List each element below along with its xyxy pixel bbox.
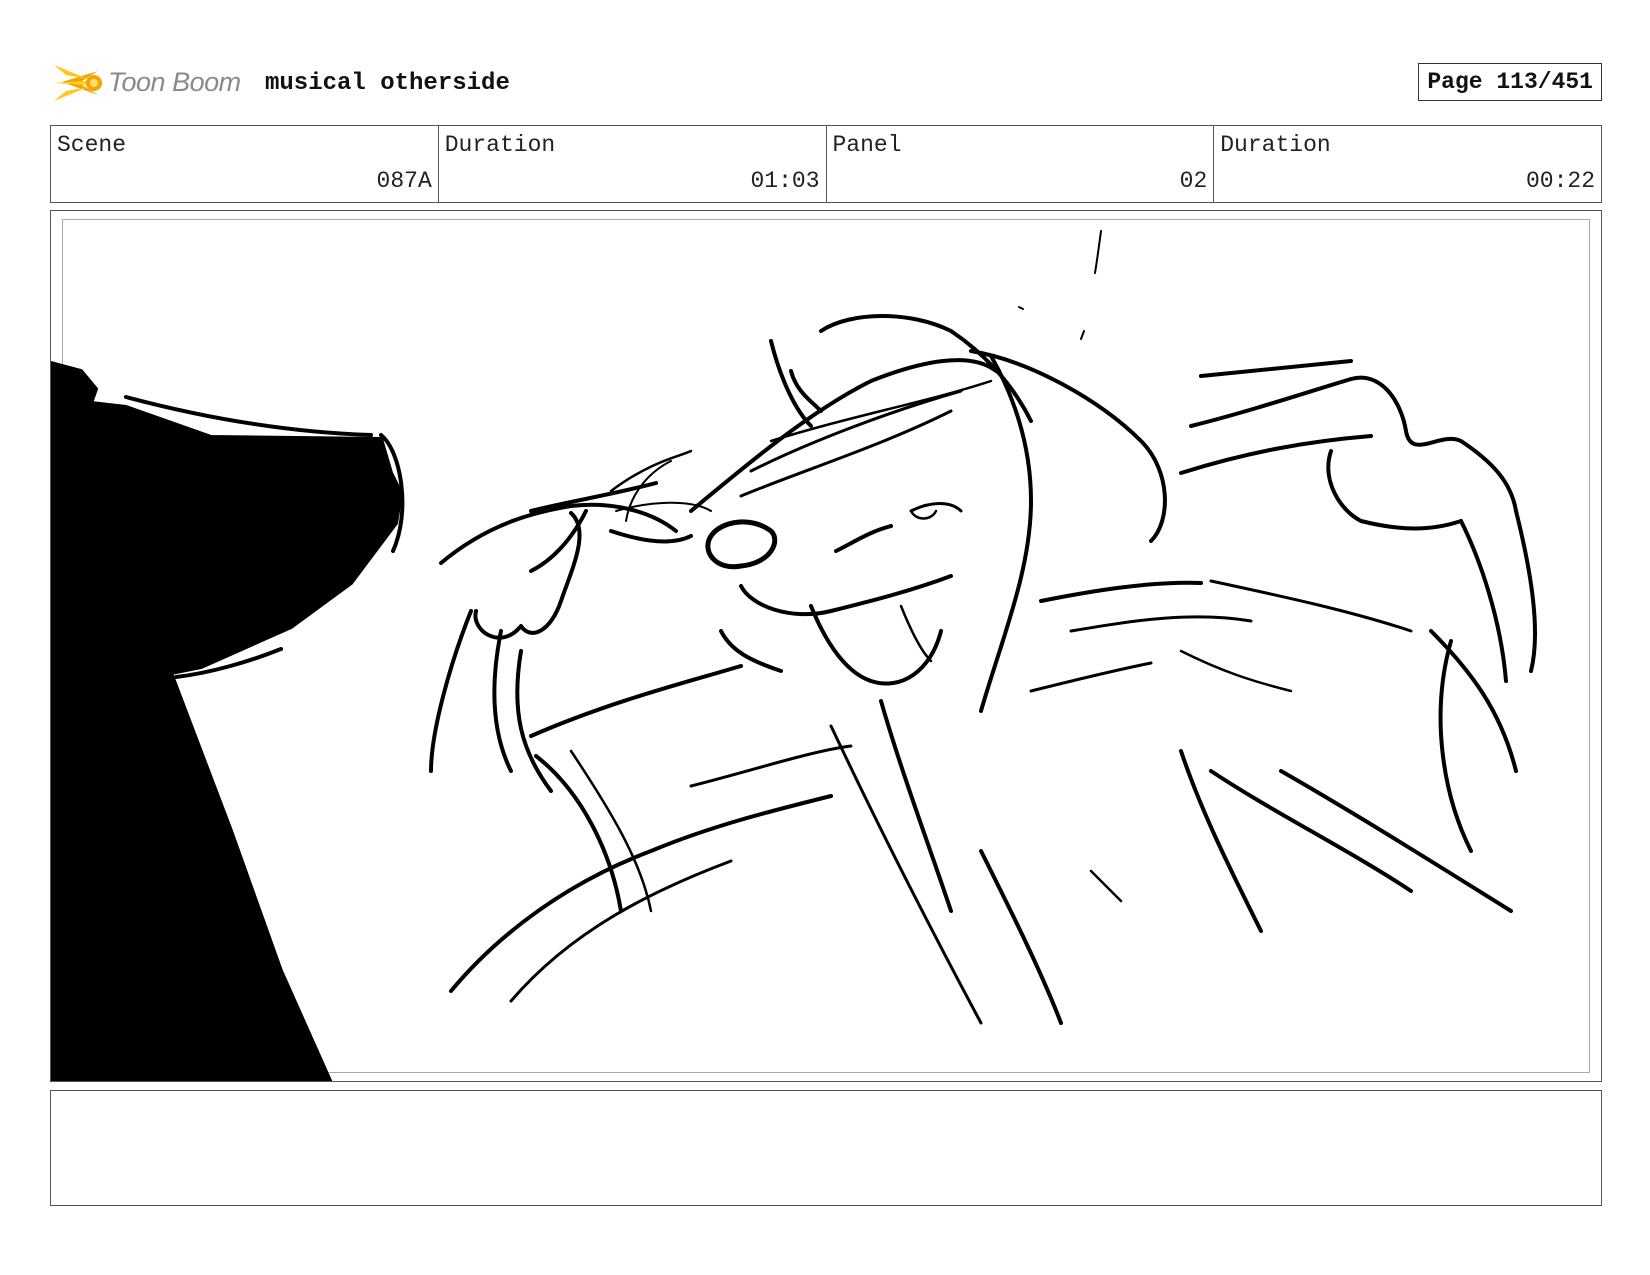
scene-label: Scene	[57, 132, 127, 158]
panel-sketch	[51, 230, 1537, 1081]
page-number: Page 113/451	[1418, 63, 1602, 101]
page-header: Toon Boom musical otherside Page 113/451	[50, 55, 1602, 110]
scene-info-table: Scene 087A Duration 01:03 Panel 02 Durat…	[50, 125, 1602, 203]
panel-label: Panel	[832, 132, 902, 158]
panel-value: 02	[1179, 168, 1208, 194]
scene-duration-label: Duration	[444, 132, 556, 158]
foreground-silhouette	[51, 361, 403, 1081]
star-burst-icon	[52, 65, 104, 101]
scene-duration-cell: Duration 01:03	[439, 126, 827, 202]
logo-text: Toon Boom	[108, 67, 241, 97]
scene-value: 087A	[376, 168, 432, 194]
notes-box	[50, 1090, 1602, 1206]
toon-boom-logo: Toon Boom	[52, 57, 252, 107]
panel-duration-cell: Duration 00:22	[1214, 126, 1601, 202]
scene-duration-value: 01:03	[750, 168, 820, 194]
panel-cell: Panel 02	[827, 126, 1215, 202]
project-title: musical otherside	[265, 70, 510, 97]
scene-cell: Scene 087A	[51, 126, 439, 202]
panel-duration-label: Duration	[1220, 132, 1331, 158]
storyboard-panel	[50, 210, 1602, 1082]
panel-duration-value: 00:22	[1525, 168, 1595, 194]
